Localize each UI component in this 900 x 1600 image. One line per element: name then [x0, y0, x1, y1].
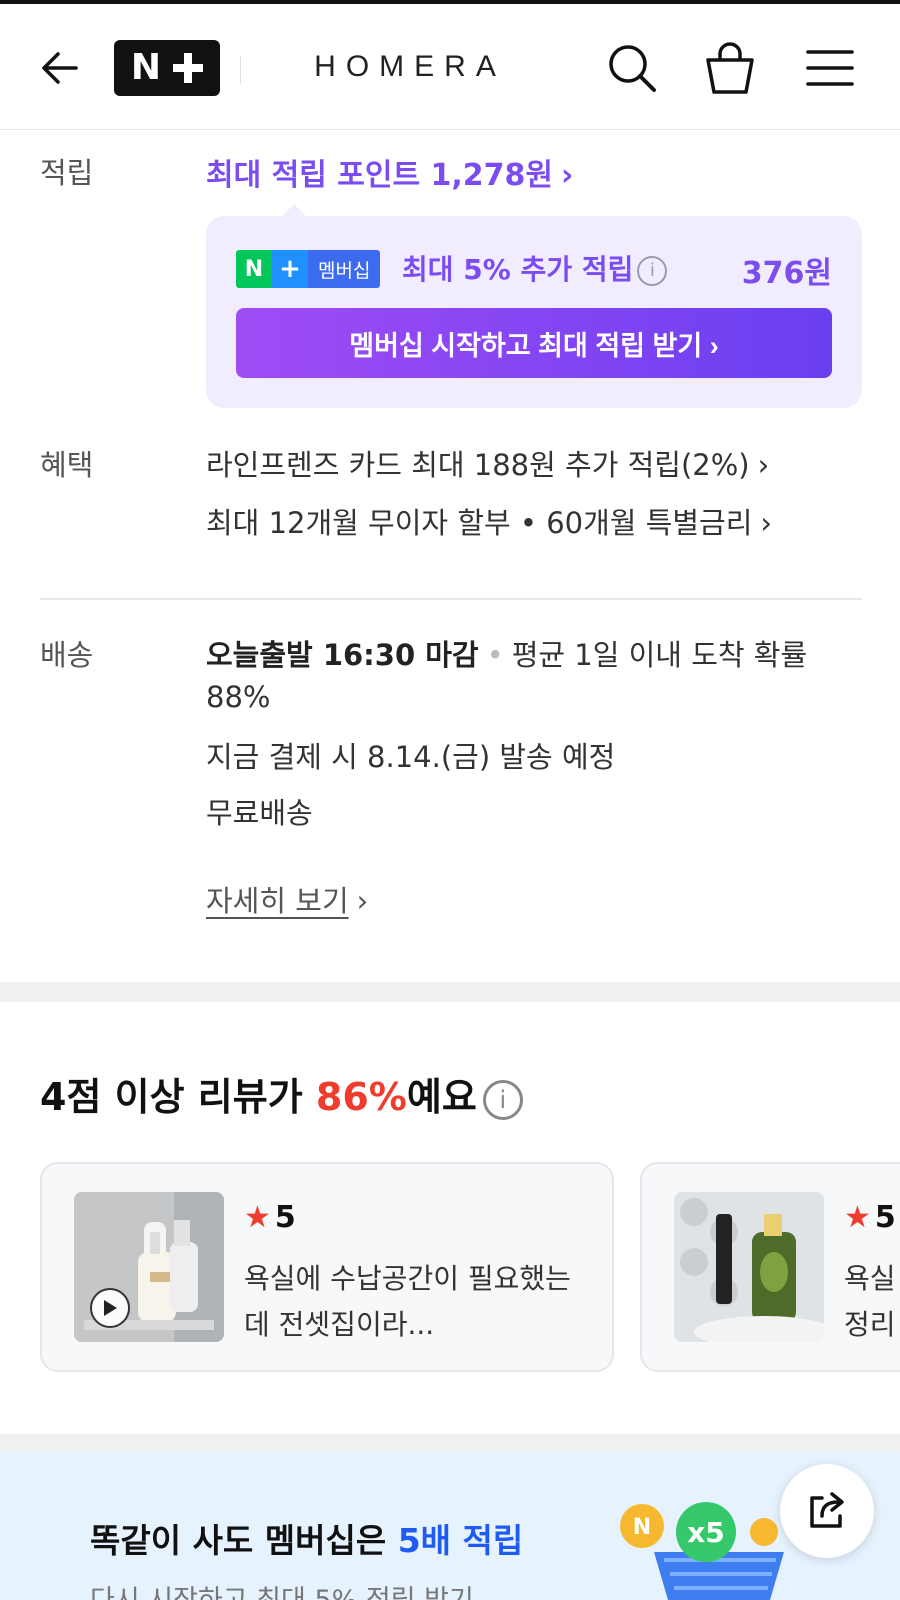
shopping-bag-icon[interactable] — [702, 38, 758, 98]
shipping-cutoff: 오늘출발 16:30 마감 • 평균 1일 이내 도착 확률 — [206, 632, 807, 674]
shipping-cutoff-time: 오늘출발 16:30 마감 — [206, 638, 479, 672]
badge-n-letter: N — [236, 250, 272, 288]
info-icon[interactable]: i — [482, 1079, 523, 1120]
info-icon[interactable]: i — [637, 256, 668, 286]
promo-title: 똑같이 사도 멤버십은 5배 적립 — [90, 1514, 523, 1562]
installment-benefit-link[interactable]: 최대 12개월 무이자 할부 • 60개월 특별금리 › — [206, 500, 772, 542]
chevron-right-icon: › — [356, 884, 369, 918]
store-brand-name[interactable]: HOMERA — [300, 50, 520, 84]
start-membership-button[interactable]: 멤버십 시작하고 최대 적립 받기 › — [236, 308, 832, 378]
promo-title-highlight: 5배 적립 — [397, 1521, 524, 1560]
plus-icon — [173, 53, 204, 83]
review-card[interactable]: ★ 5 욕실에 수납공간이 필요했는데 전셋집이라... — [40, 1162, 614, 1372]
membership-promo-banner[interactable]: 똑같이 사도 멤버십은 5배 적립 다시 시작하고 최대 5% 적립 받기 N … — [0, 1452, 900, 1600]
rating-value: 5 — [274, 1200, 296, 1235]
installment-benefit-text: 최대 12개월 무이자 할부 • 60개월 특별금리 — [206, 506, 753, 540]
coin-letter: N — [633, 1515, 651, 1540]
arrival-probability-text: 평균 1일 이내 도착 확률 — [511, 638, 808, 672]
review-rating: ★ 5 — [244, 1200, 296, 1235]
review-snippet: 욕실에 수납공간이 필요했는데 전셋집이라... — [244, 1262, 571, 1341]
arrival-probability-value: 88% — [206, 680, 271, 714]
dispatch-schedule: 지금 결제 시 8.14.(금) 발송 예정 — [206, 740, 616, 774]
cart-coins-illustration: N x5 — [614, 1482, 804, 1600]
naver-plus-logo[interactable]: N — [114, 40, 220, 96]
membership-badge: N + 멤버십 — [236, 250, 381, 288]
membership-extra-text: 최대 5% 추가 적립 — [402, 253, 634, 286]
top-navigation-bar: N HOMERA — [0, 4, 900, 130]
review-card[interactable]: ★ 5 욕실 정리 — [640, 1162, 900, 1372]
shipping-details-text: 자세히 보기 — [206, 884, 349, 918]
review-rating: ★ 5 — [844, 1200, 896, 1235]
promo-title-prefix: 똑같이 사도 멤버십은 — [90, 1521, 398, 1560]
review-photo-thumbnail[interactable] — [674, 1192, 824, 1342]
separator-dot: • — [486, 638, 504, 672]
chevron-right-icon: › — [757, 448, 770, 482]
badge-plus-icon: + — [272, 250, 308, 288]
header-divider — [240, 56, 241, 84]
section-gap — [0, 982, 900, 1002]
share-icon[interactable] — [780, 1464, 874, 1558]
points-label: 적립 — [40, 156, 94, 190]
search-icon[interactable] — [604, 40, 660, 96]
max-points-text: 최대 적립 포인트 1,278원 — [206, 158, 554, 193]
play-video-icon[interactable] — [90, 1288, 130, 1328]
review-summary-title: 4점 이상 리뷰가 86%예요 i — [40, 1066, 523, 1121]
logo-letter: N — [130, 47, 162, 88]
review-photo-thumbnail[interactable] — [74, 1192, 224, 1342]
review-title-prefix: 4점 이상 리뷰가 — [40, 1075, 316, 1119]
card-benefit-text: 라인프렌즈 카드 최대 188원 추가 적립(2%) — [206, 448, 750, 482]
back-arrow-icon[interactable] — [36, 44, 84, 92]
shipping-label: 배송 — [40, 638, 94, 672]
max-points-link[interactable]: 최대 적립 포인트 1,278원 › — [206, 150, 573, 194]
rating-value: 5 — [874, 1200, 896, 1235]
shipping-fee: 무료배송 — [206, 796, 313, 830]
chevron-right-icon: › — [760, 506, 773, 540]
x5-badge: x5 — [687, 1516, 725, 1549]
review-title-suffix: 예요 — [406, 1075, 477, 1119]
review-percent: 86% — [315, 1075, 407, 1119]
promo-subtitle: 다시 시작하고 최대 5% 적립 받기 — [90, 1578, 474, 1600]
hamburger-menu-icon[interactable] — [804, 44, 856, 92]
membership-points-box: N + 멤버십 최대 5% 추가 적립 i 376원 멤버십 시작하고 최대 적립… — [206, 204, 862, 408]
card-benefit-link[interactable]: 라인프렌즈 카드 최대 188원 추가 적립(2%) › — [206, 442, 769, 484]
badge-label: 멤버십 — [308, 250, 381, 288]
membership-amount: 376원 — [741, 256, 832, 291]
section-divider — [40, 598, 862, 600]
star-icon: ★ — [244, 1200, 271, 1235]
section-gap — [0, 1434, 900, 1452]
star-icon: ★ — [844, 1200, 871, 1235]
chevron-right-icon: › — [561, 158, 574, 193]
membership-extra-points: 최대 5% 추가 적립 i — [402, 248, 668, 288]
shipping-details-link[interactable]: 자세히 보기 › — [206, 878, 368, 920]
review-snippet: 욕실 정리 — [844, 1262, 896, 1341]
benefits-label: 혜택 — [40, 448, 94, 482]
